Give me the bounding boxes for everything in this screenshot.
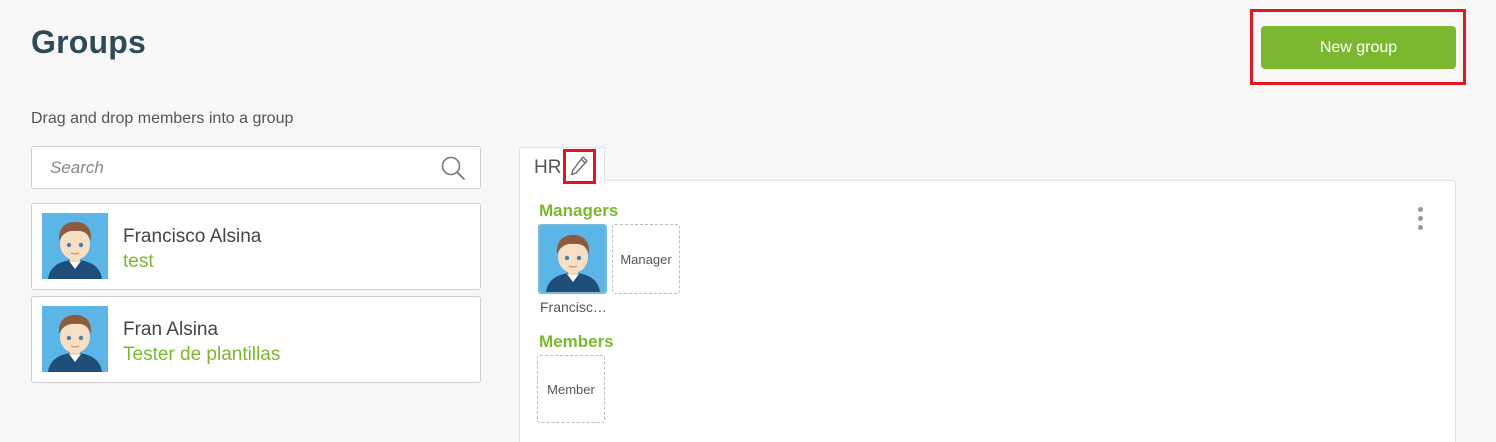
pencil-icon[interactable] [569,155,589,177]
drag-drop-instructions: Drag and drop members into a group [31,110,294,127]
member-search-box [31,146,481,189]
member-drop-slot[interactable]: Member [537,355,605,423]
member-role: test [123,251,154,272]
member-name: Fran Alsina [123,319,219,340]
manager-drop-slot[interactable]: Manager [612,224,680,294]
new-group-button[interactable]: New group [1261,26,1456,69]
user-avatar-icon [540,226,606,292]
member-card-francisco-alsina[interactable]: Francisco Alsina test [31,203,481,290]
managers-label: Managers [539,201,619,220]
member-card-fran-alsina[interactable]: Fran Alsina Tester de plantillas [31,296,481,383]
search-icon[interactable] [440,155,466,181]
members-label: Members [539,332,614,351]
user-avatar-icon [42,213,108,279]
group-name: HR [534,157,562,178]
tab-group-hr[interactable]: HR [519,147,605,183]
member-name: Francisco Alsina [123,226,262,247]
page-title: Groups [31,24,146,60]
manager-name-caption: Francisc… [540,299,607,315]
manager-avatar[interactable] [538,224,607,294]
search-input[interactable] [32,147,432,188]
group-panel-hr [519,180,1456,442]
member-role: Tester de plantillas [123,344,281,365]
user-avatar-icon [42,306,108,372]
kebab-menu-icon[interactable] [1413,207,1427,237]
